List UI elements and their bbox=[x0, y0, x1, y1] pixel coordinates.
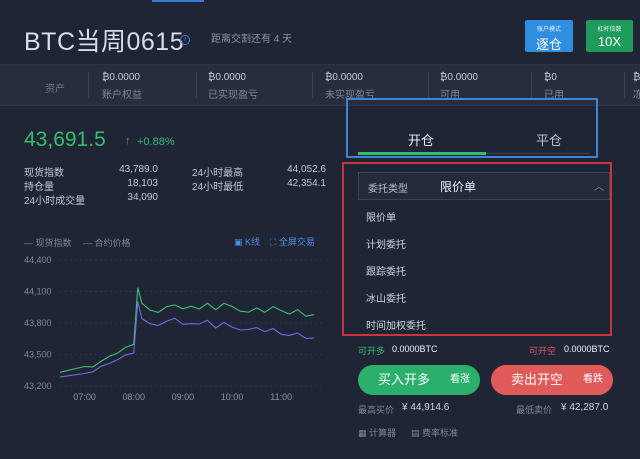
y-tick-label: 44,400 bbox=[24, 255, 52, 265]
buy-long-button[interactable]: 买入开多 看涨 bbox=[358, 365, 480, 395]
x-tick-label: 07:00 bbox=[73, 392, 96, 402]
chevron-up-icon[interactable]: ︿ bbox=[594, 178, 604, 193]
tab-open[interactable]: 开仓 bbox=[408, 130, 434, 149]
x-tick-label: 10:00 bbox=[221, 392, 244, 402]
asset-divider bbox=[531, 72, 532, 98]
legend-label: 现货指数 bbox=[35, 238, 72, 248]
avail-short-label: 可开空 bbox=[529, 346, 557, 356]
sell-sub: 看跌 bbox=[583, 374, 603, 385]
stat-value: 18,103 bbox=[127, 178, 158, 189]
chart-series bbox=[59, 287, 315, 378]
tab-divider bbox=[486, 153, 590, 154]
option-limit[interactable]: 限价单 bbox=[366, 209, 396, 224]
asset-realized-pnl: ₿0.0000 已实现盈亏 bbox=[208, 72, 258, 101]
price-chart[interactable]: 44,400 44,100 43,800 43,500 43,200 07:00 08:0… bbox=[0, 248, 330, 408]
sell-short-button[interactable]: 卖出开空 看跌 bbox=[491, 365, 613, 395]
leverage-caption: 杠杆倍数 bbox=[597, 27, 622, 33]
avail-long-value: 0.0000BTC bbox=[392, 344, 438, 354]
avail-short-value: 0.0000BTC bbox=[564, 344, 610, 354]
asset-name: 冻 bbox=[633, 90, 640, 101]
calculator-link[interactable]: ▦ 计算器 bbox=[358, 426, 396, 439]
fullscreen-trade-button[interactable]: ⛶ 全屏交易 bbox=[270, 235, 315, 248]
y-tick-label: 43,200 bbox=[24, 381, 52, 391]
page-title: BTC当周0615 bbox=[24, 28, 185, 56]
asset-value: ₿0.0000 bbox=[440, 72, 478, 83]
asset-name: 已实现盈亏 bbox=[208, 90, 258, 101]
fee-label: 费率标准 bbox=[422, 428, 459, 438]
series-spot-index bbox=[59, 301, 315, 378]
kline-label: K线 bbox=[245, 237, 261, 247]
top-tab-indicator bbox=[152, 0, 204, 2]
x-axis-ticks: 07:00 08:00 09:00 10:00 11:00 bbox=[73, 392, 292, 402]
option-plan[interactable]: 计划委托 bbox=[366, 236, 406, 251]
info-icon[interactable]: i bbox=[180, 35, 190, 45]
option-twap[interactable]: 时间加权委托 bbox=[366, 317, 426, 332]
margin-mode-caption: 账户模式 bbox=[536, 27, 561, 33]
asset-divider bbox=[196, 72, 197, 98]
option-iceberg[interactable]: 冰山委托 bbox=[366, 290, 406, 305]
asset-used: ₿0 已用 bbox=[544, 72, 564, 101]
asset-value: ₿0.0000 bbox=[208, 72, 246, 83]
avail-long-label: 可开多 bbox=[358, 346, 386, 356]
option-trailing[interactable]: 跟踪委托 bbox=[366, 263, 406, 278]
buy-sub: 看涨 bbox=[450, 374, 470, 385]
leverage-label: 10X bbox=[597, 34, 622, 49]
y-tick-label: 44,100 bbox=[24, 287, 52, 297]
fee-link[interactable]: ▤ 费率标准 bbox=[411, 426, 458, 439]
asset-name: 账户权益 bbox=[102, 90, 142, 101]
order-type-value: 限价单 bbox=[440, 180, 477, 194]
asset-label: 资产 bbox=[45, 84, 65, 95]
tab-close[interactable]: 平仓 bbox=[536, 130, 562, 149]
x-tick-label: 08:00 bbox=[122, 392, 145, 402]
margin-mode-button[interactable]: 账户模式 逐仓 bbox=[525, 20, 573, 52]
best-bid-label: 最高买价 bbox=[358, 405, 395, 415]
kline-button[interactable]: ▣ K线 bbox=[234, 235, 260, 248]
best-ask-value: ¥ 42,287.0 bbox=[561, 402, 609, 413]
asset-frozen: ₿ 冻 bbox=[633, 72, 640, 101]
stat-value: 34,090 bbox=[127, 192, 158, 203]
asset-divider bbox=[88, 72, 89, 98]
x-tick-label: 09:00 bbox=[172, 392, 195, 402]
fullscreen-label: 全屏交易 bbox=[278, 237, 315, 247]
calculator-label: 计算器 bbox=[369, 428, 397, 438]
y-axis-ticks: 44,400 44,100 43,800 43,500 43,200 bbox=[24, 255, 52, 391]
asset-equity: ₿0.0000 账户权益 bbox=[102, 72, 142, 101]
x-tick-label: 11:00 bbox=[270, 392, 292, 402]
up-arrow-icon: ↑ bbox=[125, 135, 131, 147]
stat-value: 44,052.6 bbox=[287, 164, 326, 175]
stat-label: 持仓量 bbox=[24, 182, 54, 193]
best-bid-value: ¥ 44,914.6 bbox=[402, 402, 450, 413]
last-price: 43,691.5 bbox=[24, 128, 106, 151]
sell-label: 卖出开空 bbox=[511, 372, 564, 387]
best-ask-label: 最低卖价 bbox=[516, 405, 553, 415]
buy-label: 买入开多 bbox=[378, 372, 431, 387]
asset-value: ₿0.0000 bbox=[325, 72, 363, 83]
stat-value: 42,354.1 bbox=[287, 178, 326, 189]
stat-label: 24小时最低 bbox=[192, 182, 244, 193]
y-tick-label: 43,500 bbox=[24, 350, 52, 360]
stat-label: 24小时最高 bbox=[192, 168, 244, 179]
asset-value: ₿ bbox=[633, 72, 640, 83]
stat-label: 现货指数 bbox=[24, 168, 64, 179]
asset-value: ₿0.0000 bbox=[102, 72, 140, 83]
stat-value: 43,789.0 bbox=[119, 164, 158, 175]
asset-divider bbox=[428, 72, 429, 98]
y-tick-label: 43,800 bbox=[24, 318, 52, 328]
asset-value: ₿0 bbox=[544, 72, 557, 83]
tab-open-indicator bbox=[358, 152, 486, 155]
margin-mode-label: 逐仓 bbox=[535, 37, 562, 52]
stat-label: 24小时成交量 bbox=[24, 196, 86, 207]
open-close-highlight bbox=[346, 98, 598, 158]
asset-available: ₿0.0000 可用 bbox=[440, 72, 478, 101]
asset-divider bbox=[624, 72, 625, 98]
asset-divider bbox=[312, 72, 313, 98]
leverage-button[interactable]: 杠杆倍数 10X bbox=[586, 20, 633, 52]
price-change: +0.88% bbox=[137, 136, 175, 148]
legend-label: 合约价格 bbox=[94, 238, 131, 248]
asset-unrealized-pnl: ₿0.0000 未实现盈亏 bbox=[325, 72, 375, 101]
order-type-label: 委托类型 bbox=[368, 184, 408, 195]
settlement-countdown: 距离交割还有 4 天 bbox=[211, 34, 293, 45]
